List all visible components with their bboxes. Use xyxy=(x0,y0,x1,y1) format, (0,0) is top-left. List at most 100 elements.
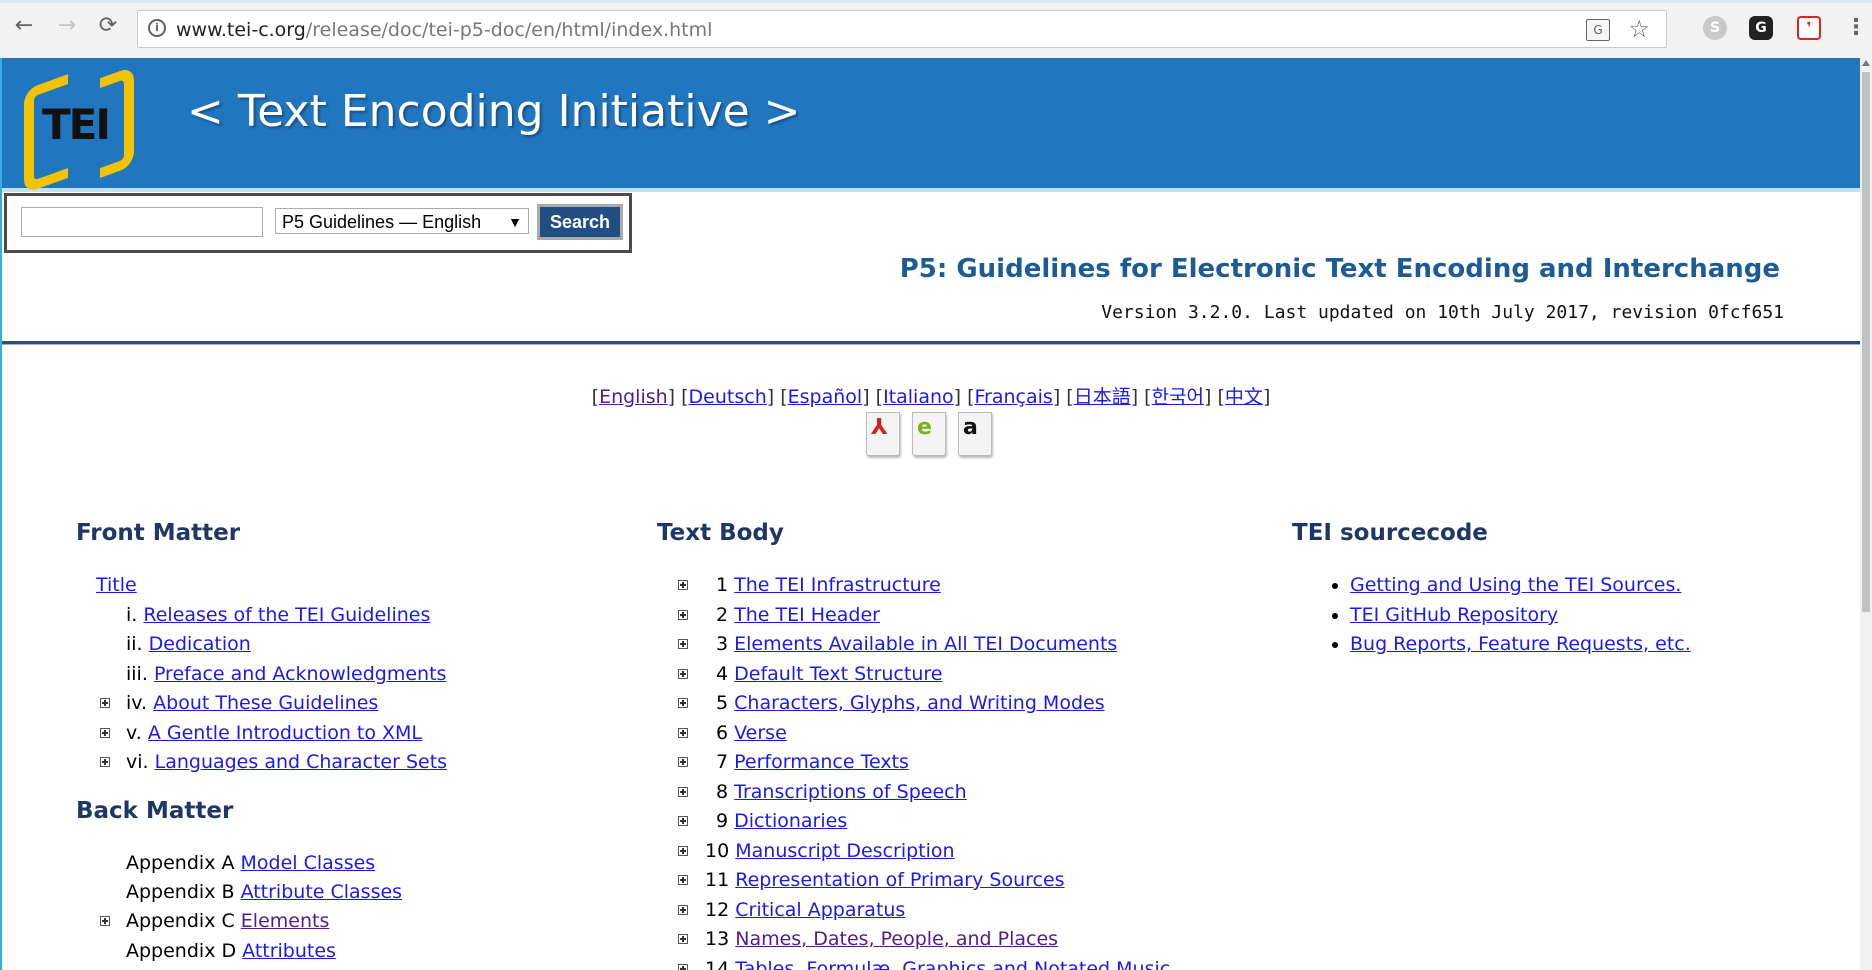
sourcecode-link[interactable]: TEI GitHub Repository xyxy=(1350,604,1558,626)
toc-link[interactable]: Model Classes xyxy=(241,852,376,874)
lang-link-chinese[interactable]: 中文 xyxy=(1225,386,1263,408)
back-icon[interactable]: ← xyxy=(12,14,36,38)
skype-extension-icon[interactable]: S xyxy=(1703,16,1727,40)
browser-menu-icon[interactable]: ⋮ xyxy=(1844,16,1868,40)
pdf-download-icon[interactable]: ⅄ xyxy=(866,412,900,456)
toc-link[interactable]: Elements xyxy=(241,910,330,932)
item-number: 13 xyxy=(705,928,730,950)
url-text[interactable]: www.tei-c.org/release/doc/tei-p5-doc/en/… xyxy=(176,19,712,41)
toc-link[interactable]: Default Text Structure xyxy=(734,663,942,685)
toc-link[interactable]: Names, Dates, People, and Places xyxy=(735,928,1058,950)
toc-link[interactable]: Verse xyxy=(734,722,787,744)
list-item: 5 Characters, Glyphs, and Writing Modes xyxy=(716,690,1105,716)
search-input[interactable] xyxy=(21,207,263,237)
toc-link[interactable]: Elements Available in All TEI Documents xyxy=(734,633,1117,655)
list-item: 7 Performance Texts xyxy=(716,749,909,775)
quote-extension-icon[interactable]: ❜ xyxy=(1797,16,1821,40)
address-bar[interactable]: i www.tei-c.org/release/doc/tei-p5-doc/e… xyxy=(137,10,1667,48)
item-number: 2 xyxy=(716,604,729,626)
forward-icon[interactable]: → xyxy=(55,14,79,38)
tei-logo[interactable]: TEI xyxy=(20,64,138,195)
lang-link-english[interactable]: English xyxy=(599,386,668,408)
toc-link[interactable]: Preface and Acknowledgments xyxy=(154,663,447,685)
epub-download-icon[interactable]: e xyxy=(912,412,946,456)
grammarly-extension-icon[interactable]: G xyxy=(1749,16,1773,40)
amazon-download-icon[interactable]: a xyxy=(958,412,992,456)
expand-icon[interactable] xyxy=(678,905,688,915)
search-button[interactable]: Search xyxy=(537,204,623,240)
list-item: v. A Gentle Introduction to XML xyxy=(126,720,422,746)
toc-link[interactable]: A Gentle Introduction to XML xyxy=(148,722,422,744)
text-body-heading: Text Body xyxy=(657,520,784,546)
reload-icon[interactable]: ⟳ xyxy=(96,14,120,38)
lang-link-korean[interactable]: 한국어 xyxy=(1152,386,1204,408)
toc-link[interactable]: Representation of Primary Sources xyxy=(735,869,1064,891)
page-scrollbar[interactable] xyxy=(1860,58,1872,970)
search-scope-value: P5 Guidelines — English xyxy=(282,212,482,232)
scrollbar-thumb[interactable] xyxy=(1862,72,1870,612)
item-number: 9 xyxy=(716,810,729,832)
toc-link[interactable]: Tables, Formulæ, Graphics and Notated Mu… xyxy=(735,958,1170,970)
lang-link-deutsch[interactable]: Deutsch xyxy=(689,386,767,408)
pdf-glyph: ⅄ xyxy=(871,415,888,440)
list-item: vi. Languages and Character Sets xyxy=(126,749,447,775)
expand-icon[interactable] xyxy=(678,787,688,797)
toc-link[interactable]: Manuscript Description xyxy=(735,840,954,862)
item-number: 3 xyxy=(716,633,729,655)
expand-icon[interactable] xyxy=(100,757,110,767)
item-number: 6 xyxy=(716,722,729,744)
list-item: 12 Critical Apparatus xyxy=(705,897,905,923)
expand-icon[interactable] xyxy=(678,846,688,856)
toc-link[interactable]: About These Guidelines xyxy=(153,692,378,714)
toc-link[interactable]: Characters, Glyphs, and Writing Modes xyxy=(734,692,1104,714)
expand-icon[interactable] xyxy=(100,698,110,708)
item-number: 5 xyxy=(716,692,729,714)
toc-link[interactable]: Dedication xyxy=(149,633,251,655)
toc-link[interactable]: Critical Apparatus xyxy=(735,899,905,921)
expand-icon[interactable] xyxy=(100,916,110,926)
item-number: 1 xyxy=(716,574,729,596)
item-number: 10 xyxy=(705,840,730,862)
sourcecode-link[interactable]: Bug Reports, Feature Requests, etc. xyxy=(1350,633,1691,655)
expand-icon[interactable] xyxy=(678,639,688,649)
site-banner: TEI < Text Encoding Initiative > xyxy=(2,58,1860,195)
item-number: 11 xyxy=(705,869,730,891)
language-links: [English] [Deutsch] [Español] [Italiano]… xyxy=(591,386,1271,408)
translate-icon[interactable]: G xyxy=(1586,19,1610,41)
expand-icon[interactable] xyxy=(678,610,688,620)
toc-link[interactable]: Performance Texts xyxy=(734,751,909,773)
toc-link[interactable]: The TEI Header xyxy=(734,604,880,626)
expand-icon[interactable] xyxy=(100,728,110,738)
scroll-up-icon[interactable] xyxy=(1862,60,1870,66)
info-icon[interactable]: i xyxy=(148,19,166,37)
bookmark-star-icon[interactable]: ☆ xyxy=(1628,15,1650,43)
toc-link[interactable]: Languages and Character Sets xyxy=(155,751,447,773)
toc-link[interactable]: Attribute Classes xyxy=(241,881,403,903)
expand-icon[interactable] xyxy=(678,728,688,738)
sourcecode-link[interactable]: Getting and Using the TEI Sources. xyxy=(1350,574,1681,596)
expand-icon[interactable] xyxy=(678,698,688,708)
toc-link[interactable]: Releases of the TEI Guidelines xyxy=(143,604,430,626)
item-number: v. xyxy=(126,722,142,744)
list-item: i. Releases of the TEI Guidelines xyxy=(126,602,430,628)
toc-link[interactable]: Attributes xyxy=(242,940,336,962)
toc-link[interactable]: Transcriptions of Speech xyxy=(734,781,966,803)
search-scope-select[interactable]: P5 Guidelines — English ▼ xyxy=(275,208,529,234)
lang-link-francais[interactable]: Français xyxy=(975,386,1053,408)
lang-link-espanol[interactable]: Español xyxy=(788,386,863,408)
lang-link-italiano[interactable]: Italiano xyxy=(883,386,954,408)
amazon-glyph: a xyxy=(963,415,978,440)
expand-icon[interactable] xyxy=(678,669,688,679)
title-link[interactable]: Title xyxy=(96,574,137,596)
expand-icon[interactable] xyxy=(678,757,688,767)
expand-icon[interactable] xyxy=(678,934,688,944)
expand-icon[interactable] xyxy=(678,964,688,970)
list-item: 11 Representation of Primary Sources xyxy=(705,867,1065,893)
version-info: Version 3.2.0. Last updated on 10th July… xyxy=(1101,302,1784,323)
expand-icon[interactable] xyxy=(678,580,688,590)
toc-link[interactable]: The TEI Infrastructure xyxy=(734,574,941,596)
lang-link-japanese[interactable]: 日本語 xyxy=(1074,386,1131,408)
expand-icon[interactable] xyxy=(678,816,688,826)
toc-link[interactable]: Dictionaries xyxy=(734,810,847,832)
expand-icon[interactable] xyxy=(678,875,688,885)
